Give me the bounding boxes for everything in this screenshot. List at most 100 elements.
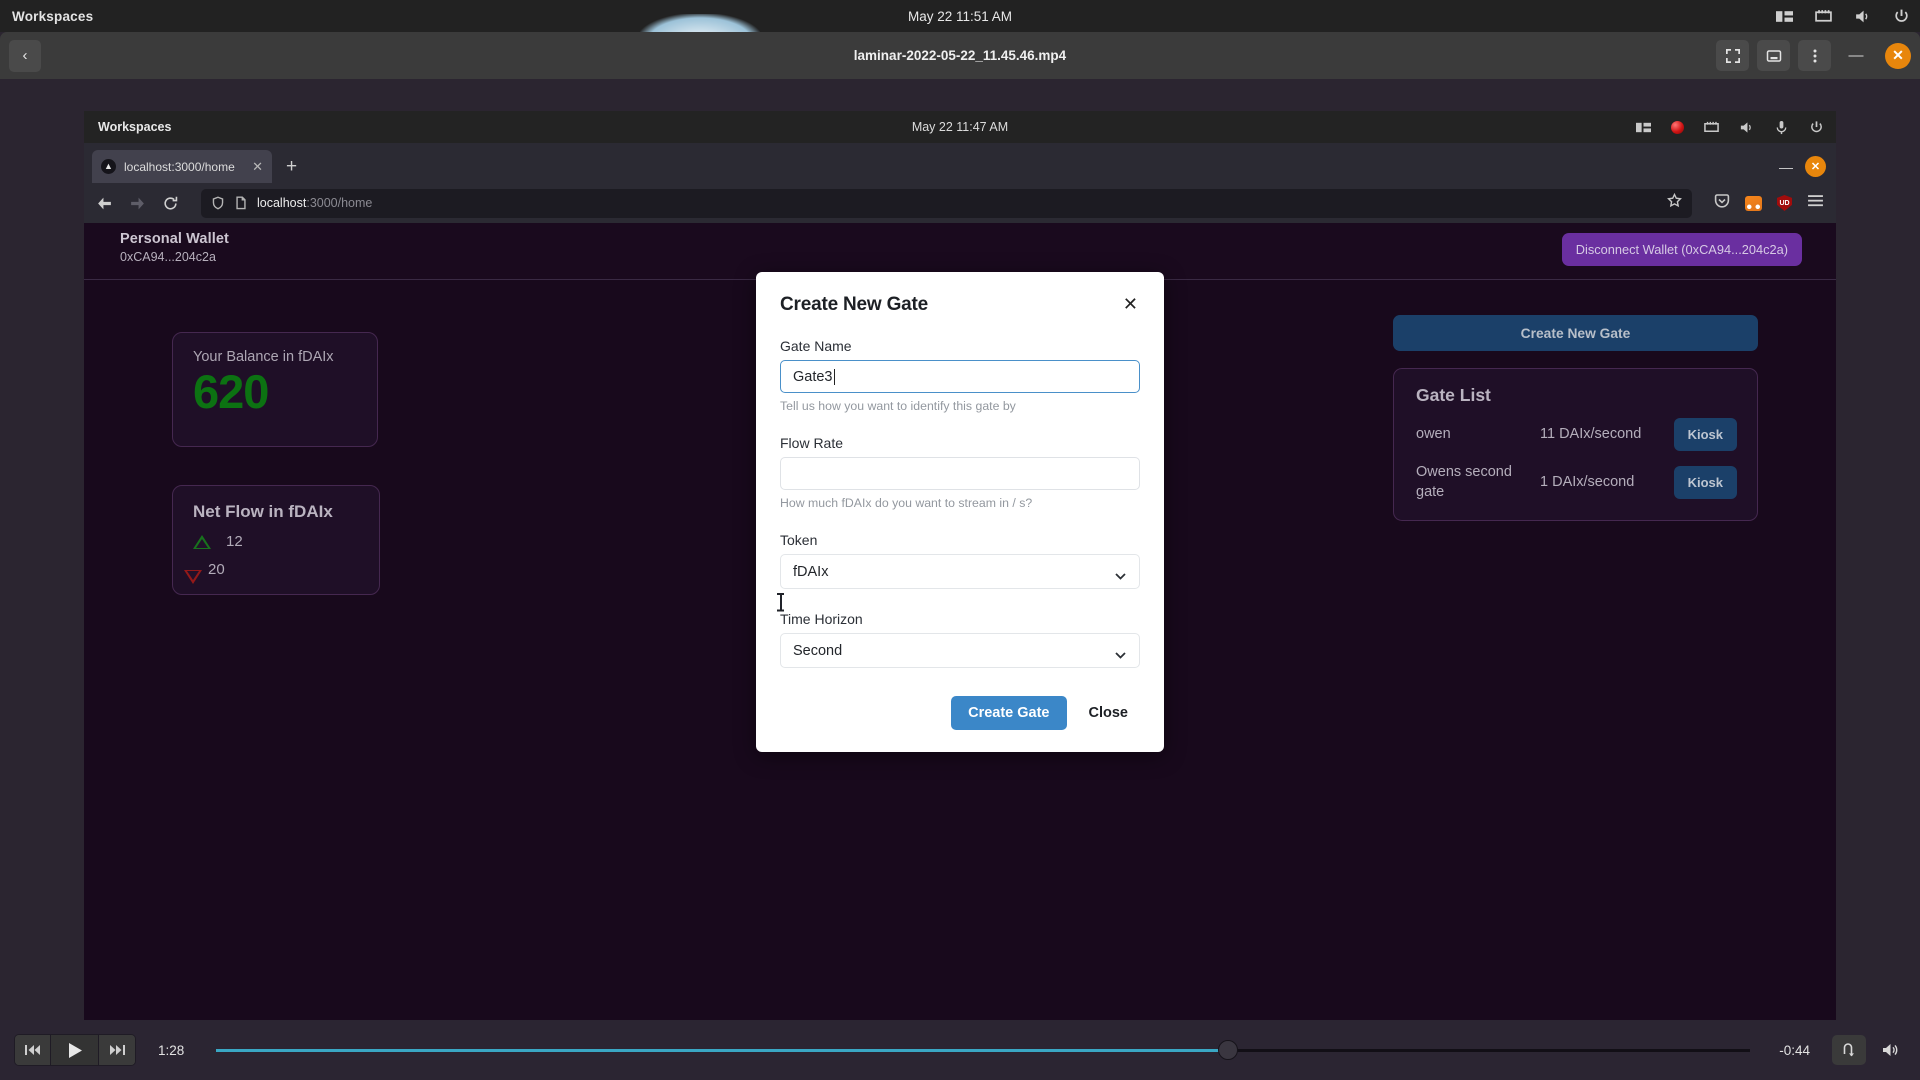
browser-tab-strip: ▲ localhost:3000/home ✕ + — ✕: [84, 143, 1836, 183]
power-icon[interactable]: [1809, 120, 1824, 135]
overflow-menu-icon: [1813, 49, 1816, 62]
workspace-switcher-icon[interactable]: [1636, 120, 1651, 135]
recorded-desktop: Workspaces May 22 11:47 AM ▲ localhost:3: [84, 111, 1836, 1031]
outer-system-bar: Workspaces May 22 11:51 AM: [0, 0, 1920, 32]
flow-rate-label: Flow Rate: [780, 435, 844, 451]
flow-rate-input[interactable]: [780, 457, 1140, 490]
browser-tab[interactable]: ▲ localhost:3000/home ✕: [92, 150, 272, 183]
wallet-name: Personal Wallet: [120, 231, 229, 247]
mouse-text-cursor: [777, 593, 784, 611]
reload-icon[interactable]: [162, 195, 179, 212]
play-button[interactable]: [51, 1035, 99, 1065]
skip-forward-button[interactable]: [99, 1035, 135, 1065]
metamask-extension-button[interactable]: [1745, 195, 1762, 211]
video-window-controls: — ✕: [1716, 40, 1911, 71]
video-title-bar: ‹ laminar-2022-05-22_11.45.46.mp4 — ✕: [0, 32, 1920, 79]
browser-close-button[interactable]: ✕: [1805, 156, 1826, 177]
disconnect-wallet-button[interactable]: Disconnect Wallet (0xCA94...204c2a): [1561, 233, 1802, 266]
microphone-icon[interactable]: [1774, 120, 1789, 135]
create-gate-dialog: Create New Gate ✕ Gate Name Gate3 Tell u…: [756, 272, 1164, 752]
time-horizon-label: Time Horizon: [780, 611, 863, 627]
video-close-button[interactable]: ✕: [1885, 42, 1911, 69]
video-player-window: ‹ laminar-2022-05-22_11.45.46.mp4 — ✕ Wo…: [0, 32, 1920, 1080]
shield-icon: [212, 196, 224, 210]
url-host: localhost: [257, 196, 307, 210]
url-bar[interactable]: localhost:3000/home: [201, 188, 1692, 218]
fullscreen-button[interactable]: [1716, 40, 1749, 71]
star-icon: [1667, 192, 1682, 208]
gate-name-value: Gate3: [793, 368, 833, 385]
outer-system-tray: [1776, 8, 1910, 25]
forward-arrow-icon[interactable]: [129, 195, 146, 212]
scrubber-handle[interactable]: [1218, 1040, 1239, 1060]
transport-controls: [14, 1034, 136, 1066]
network-icon[interactable]: [1704, 120, 1719, 135]
back-arrow-icon[interactable]: [96, 195, 113, 212]
volume-icon[interactable]: [1739, 120, 1754, 135]
skip-back-button[interactable]: [15, 1035, 51, 1065]
volume-icon: [1882, 1044, 1897, 1056]
dialog-header: Create New Gate ✕: [780, 294, 1140, 316]
ud-badge-label: UD: [1779, 199, 1790, 207]
recording-indicator[interactable]: [1671, 120, 1684, 134]
gate-name-label: Gate Name: [780, 338, 852, 354]
text-caret: [833, 368, 835, 385]
time-horizon-selected-value: Second: [793, 642, 843, 659]
chevron-down-icon: [1115, 647, 1126, 659]
firefox-window: ▲ localhost:3000/home ✕ + — ✕ localhost:…: [84, 143, 1836, 1031]
gate-name-input[interactable]: Gate3: [780, 360, 1140, 393]
create-gate-submit-button[interactable]: Create Gate: [951, 696, 1067, 730]
chevron-down-icon: [1115, 568, 1126, 580]
token-select[interactable]: fDAIx: [780, 554, 1140, 589]
close-dialog-button[interactable]: Close: [1077, 696, 1141, 730]
network-icon[interactable]: [1815, 8, 1832, 25]
browser-menu-button[interactable]: [1807, 193, 1824, 213]
new-tab-button[interactable]: +: [286, 156, 297, 178]
url-path: :3000/home: [306, 196, 373, 210]
outer-workspaces-label[interactable]: Workspaces: [12, 9, 93, 24]
power-icon[interactable]: [1893, 8, 1910, 25]
picture-in-picture-icon: [1766, 49, 1781, 62]
gate-name-help-text: Tell us how you want to identify this ga…: [780, 399, 1016, 413]
unstoppable-domains-extension-button[interactable]: UD: [1777, 195, 1792, 211]
time-horizon-select[interactable]: Second: [780, 633, 1140, 668]
dialog-actions: Create Gate Close: [780, 696, 1140, 730]
volume-button[interactable]: [1872, 1035, 1906, 1065]
browser-tab-title: localhost:3000/home: [124, 159, 235, 174]
overflow-menu-button[interactable]: [1798, 40, 1831, 71]
screen: Workspaces May 22 11:51 AM ‹ laminar-202…: [0, 0, 1920, 1080]
loop-button[interactable]: [1832, 1035, 1866, 1065]
back-button[interactable]: ‹: [9, 39, 41, 72]
play-icon: [68, 1042, 82, 1058]
browser-window-controls: — ✕: [1779, 156, 1826, 177]
outer-clock: May 22 11:51 AM: [907, 8, 1013, 24]
workspace-switcher-icon[interactable]: [1776, 8, 1793, 25]
inner-system-bar: Workspaces May 22 11:47 AM: [84, 111, 1836, 143]
hamburger-menu-icon: [1808, 195, 1823, 207]
token-selected-value: fDAIx: [793, 563, 829, 580]
page-icon: [236, 196, 246, 210]
picture-in-picture-button[interactable]: [1757, 40, 1790, 71]
inner-system-tray: [1636, 120, 1824, 135]
scrubber-progress: [216, 1048, 1229, 1052]
dialog-title: Create New Gate: [780, 294, 929, 315]
inner-workspaces-label[interactable]: Workspaces: [98, 120, 171, 134]
pocket-icon: [1714, 193, 1730, 208]
pocket-extension-button[interactable]: [1714, 193, 1730, 214]
flow-rate-help-text: How much fDAIx do you want to stream in …: [780, 496, 1033, 510]
video-minimize-button[interactable]: —: [1839, 40, 1873, 71]
browser-extensions: UD: [1714, 193, 1824, 214]
close-icon[interactable]: ✕: [252, 159, 263, 175]
url-text: localhost:3000/home: [257, 196, 372, 210]
wallet-address: 0xCA94...204c2a: [120, 250, 216, 264]
app-body: Your Balance in fDAIx 620 Net Flow in fD…: [84, 272, 1836, 1030]
bookmark-star-button[interactable]: [1667, 192, 1682, 213]
fullscreen-icon: [1725, 48, 1740, 63]
volume-icon[interactable]: [1854, 8, 1871, 25]
scrubber[interactable]: [216, 1035, 1750, 1065]
browser-minimize-button[interactable]: —: [1779, 159, 1793, 175]
loop-icon: [1843, 1043, 1854, 1057]
skip-back-icon: [25, 1045, 40, 1055]
triangle-favicon: ▲: [101, 159, 116, 174]
close-icon[interactable]: ✕: [1121, 294, 1140, 314]
